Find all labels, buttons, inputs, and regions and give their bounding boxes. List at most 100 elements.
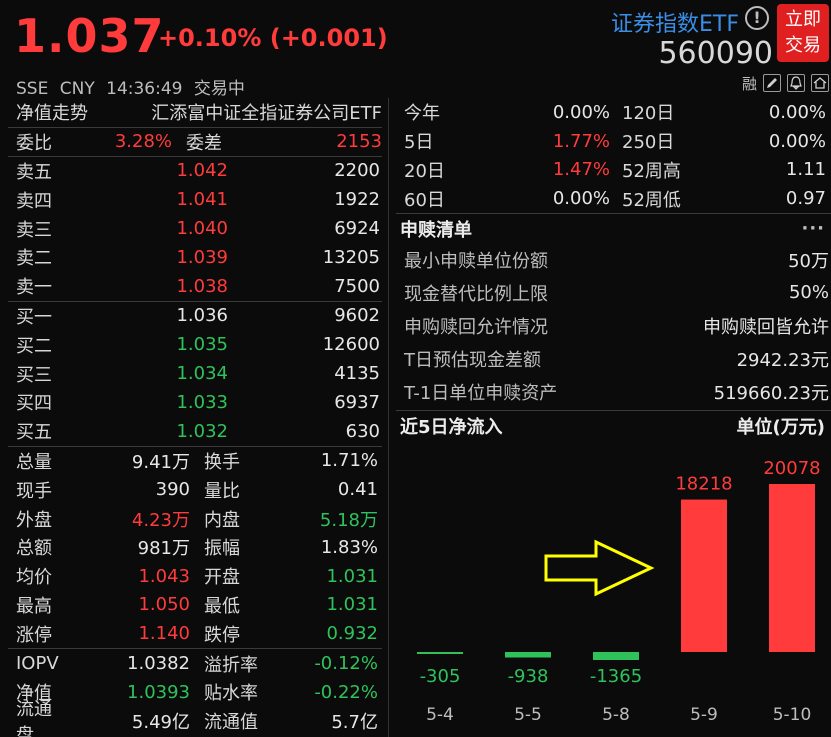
order-price: 1.032 <box>176 420 228 442</box>
stat-row: 均价 1.043 开盘 1.031 <box>8 562 382 591</box>
stat-value: 390 <box>155 479 190 501</box>
order-row[interactable]: 卖一 1.038 7500 <box>8 272 382 301</box>
stat-label: 换手 <box>204 451 240 473</box>
order-row[interactable]: 卖三 1.040 6924 <box>8 214 382 243</box>
order-row[interactable]: 卖二 1.039 13205 <box>8 243 382 272</box>
order-price: 1.035 <box>176 334 228 356</box>
stat-row: 涨停 1.140 跌停 0.932 <box>8 619 382 648</box>
bar-value-label: -1365 <box>590 666 642 687</box>
order-row[interactable]: 卖五 1.042 2200 <box>8 157 382 186</box>
stat-label: 总量 <box>16 451 52 473</box>
redemption-label: T日预估现金差额 <box>404 349 541 371</box>
order-row[interactable]: 卖四 1.041 1922 <box>8 185 382 214</box>
perf-row: 20日 1.47% 52周高 1.11 <box>396 156 831 185</box>
price-change: +0.10% (+0.001) <box>158 24 388 52</box>
fund-row[interactable]: 净值走势 汇添富中证全指证券公司ETF <box>8 98 382 127</box>
order-price: 1.042 <box>176 160 228 182</box>
perf-row: 今年 0.00% 120日 0.00% <box>396 98 831 127</box>
stat-label: 均价 <box>16 567 52 589</box>
flow-title: 近5日净流入 <box>400 416 503 438</box>
stat-value: 1.031 <box>326 565 378 587</box>
last-price: 1.037 <box>14 9 165 63</box>
order-volume: 6937 <box>334 391 380 413</box>
redemption-value: 50% <box>788 282 829 304</box>
order-label: 卖五 <box>16 161 52 183</box>
perf-label: 52周高 <box>622 160 681 182</box>
stat-label: 跌停 <box>204 624 240 646</box>
perf-row: 60日 0.00% 52周低 0.97 <box>396 184 831 213</box>
trading-status: 交易中 <box>193 79 245 99</box>
order-row[interactable]: 买五 1.032 630 <box>8 417 382 446</box>
category-label: 5-10 <box>773 705 812 725</box>
stat-value: 1.0393 <box>127 681 190 703</box>
redemption-value: 2942.23元 <box>736 349 829 371</box>
stats-list: 总量 9.41万 换手 1.71% 现手 390 量比 0.41 外盘 4.23万 内盘 5.18… <box>8 445 382 649</box>
order-price: 1.040 <box>176 218 228 240</box>
redemption-row: 申购赎回允许情况 申购赎回皆允许 <box>396 309 831 342</box>
perf-value: 0.97 <box>785 188 826 210</box>
order-label: 卖四 <box>16 190 52 212</box>
weicha-value: 2153 <box>336 131 382 153</box>
more-icon[interactable]: ··· <box>801 218 825 239</box>
order-price: 1.038 <box>176 275 228 297</box>
perf-row: 5日 1.77% 250日 0.00% <box>396 127 831 156</box>
order-label: 买三 <box>16 364 52 386</box>
order-label: 卖三 <box>16 219 52 241</box>
stat-row: 现手 390 量比 0.41 <box>8 475 382 504</box>
weibi-value: 3.28% <box>114 131 172 153</box>
detail-panel: 今年 0.00% 120日 0.00% 5日 1.77% 250日 0.00% 20日 1.4… <box>396 98 831 440</box>
stat-value: 1.71% <box>320 450 378 472</box>
order-volume: 9602 <box>334 305 380 327</box>
order-volume: 12600 <box>322 334 380 356</box>
perf-value: 0.00% <box>552 188 610 210</box>
order-volume: 7500 <box>334 275 380 297</box>
perf-value: 1.77% <box>552 130 610 152</box>
stat-label: 外盘 <box>16 509 52 531</box>
redemption-header[interactable]: 申赎清单 ··· <box>396 213 831 243</box>
home-icon[interactable] <box>811 74 829 92</box>
category-label: 5-4 <box>426 705 454 725</box>
order-volume: 2200 <box>334 160 380 182</box>
stat-value: 5.7亿 <box>331 712 378 734</box>
order-row[interactable]: 买一 1.036 9602 <box>8 302 382 331</box>
nav-trend-label[interactable]: 净值走势 <box>8 99 108 125</box>
perf-label: 120日 <box>622 103 675 125</box>
stat-value: 9.41万 <box>131 451 190 473</box>
trade-button-line2: 交易 <box>785 35 821 56</box>
order-label: 卖二 <box>16 248 52 270</box>
stat-value: 1.83% <box>320 536 378 558</box>
trade-time: 14:36:49 <box>106 79 183 99</box>
redemption-title: 申赎清单 <box>400 219 472 241</box>
order-row[interactable]: 买三 1.034 4135 <box>8 359 382 388</box>
order-label: 买一 <box>16 306 52 328</box>
net-inflow-svg: -305 5-4 -938 5-5 -1365 5-8 18218 5-9 20078 5-10 <box>417 458 821 725</box>
toolbar: 融 <box>742 72 829 94</box>
redemption-row: T日预估现金差额 2942.23元 <box>396 342 831 375</box>
order-volume: 13205 <box>322 246 380 268</box>
security-name[interactable]: 证券指数ETF <box>611 6 739 38</box>
bar-value-label: -938 <box>508 666 549 687</box>
trade-now-button[interactable]: 立即 交易 <box>777 4 829 62</box>
stat-value: 0.41 <box>337 479 378 501</box>
category-label: 5-5 <box>514 705 542 725</box>
order-row[interactable]: 买二 1.035 12600 <box>8 330 382 359</box>
fund-full-name: 汇添富中证全指证券公司ETF <box>151 103 382 125</box>
perf-value: 0.00% <box>768 101 826 123</box>
ask-list: 卖五 1.042 2200 卖四 1.041 1922 卖三 1.040 6924 卖二 1.… <box>8 155 382 301</box>
edit-icon[interactable] <box>763 74 781 92</box>
stat-value: -0.22% <box>314 681 378 703</box>
stat-value: 5.18万 <box>319 509 378 531</box>
category-label: 5-8 <box>602 705 630 725</box>
order-volume: 4135 <box>334 363 380 385</box>
order-row[interactable]: 买四 1.033 6937 <box>8 388 382 417</box>
panel-divider <box>388 98 389 737</box>
info-icon[interactable]: ! <box>745 6 769 30</box>
stat-label: 流通值 <box>204 712 258 734</box>
stat-label: 内盘 <box>204 509 240 531</box>
stat-value: 0.932 <box>326 623 378 645</box>
alert-bell-icon[interactable] <box>787 74 805 92</box>
weibi-label: 委比 <box>16 132 52 154</box>
stat-row: IOPV 1.0382 溢折率 -0.12% <box>8 649 382 678</box>
order-price: 1.039 <box>176 246 228 268</box>
margin-label[interactable]: 融 <box>742 73 757 94</box>
